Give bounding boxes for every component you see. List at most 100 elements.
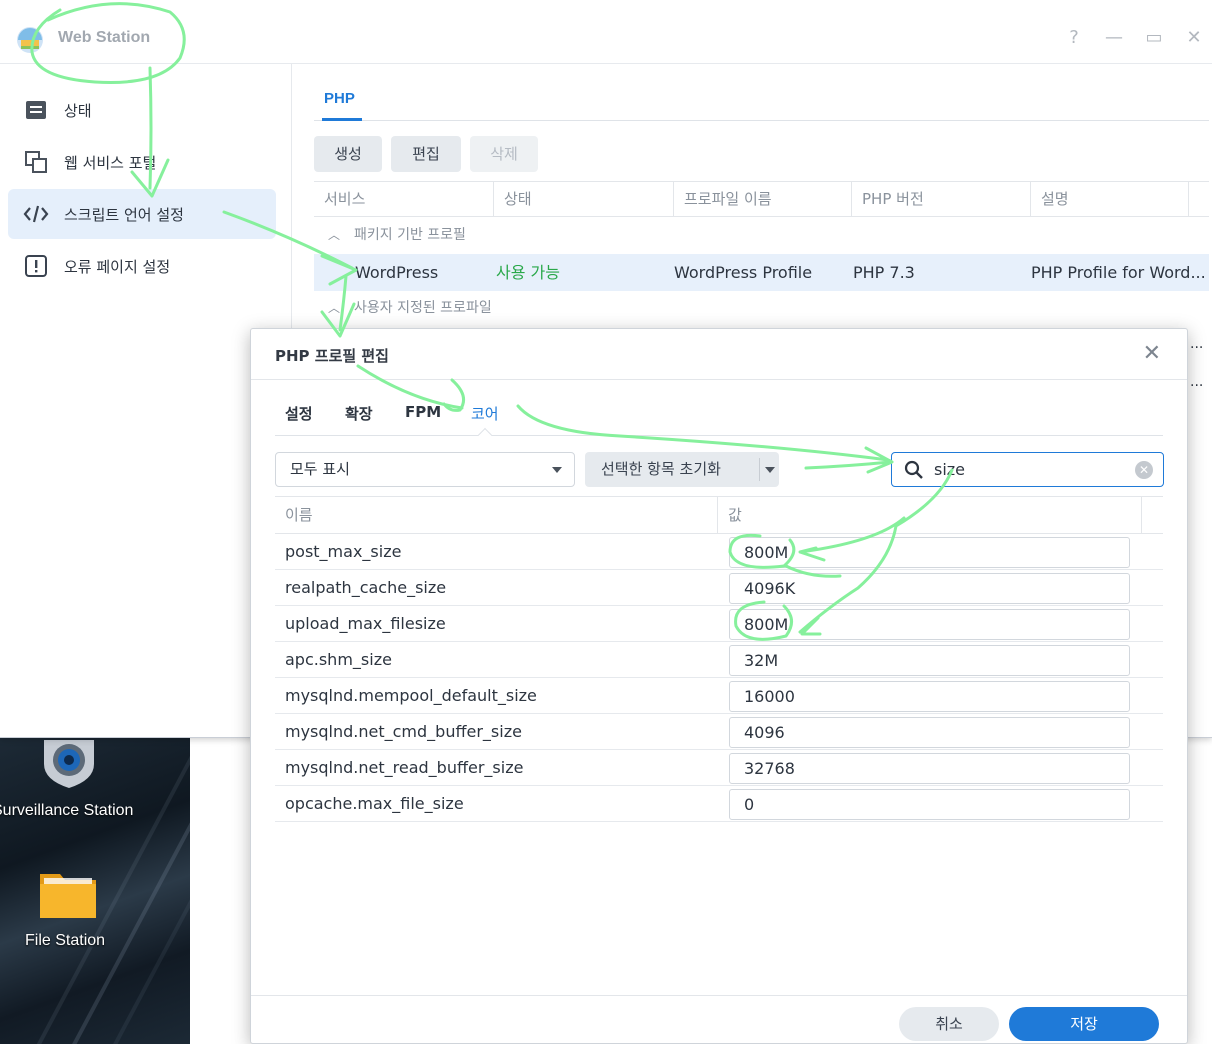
partial-cell: ... bbox=[1190, 374, 1204, 390]
title-bar[interactable]: Web Station ? — ▭ ✕ bbox=[0, 0, 1212, 64]
column-service[interactable]: 서비스 bbox=[314, 182, 494, 217]
setting-value-field[interactable]: 32768 bbox=[729, 753, 1130, 784]
chevron-up-icon: ︿ bbox=[328, 228, 341, 242]
sidebar-item-error-page[interactable]: 오류 페이지 설정 bbox=[8, 241, 276, 291]
cell-service: WordPress bbox=[355, 263, 439, 282]
cell-profile-name: WordPress Profile bbox=[674, 263, 813, 282]
column-profile-name[interactable]: 프로파일 이름 bbox=[674, 182, 852, 217]
folder-icon bbox=[40, 874, 96, 918]
desktop-label-surveillance: Surveillance Station bbox=[0, 802, 134, 819]
group-custom-profiles[interactable]: ︿ 사용자 지정된 프로파일 bbox=[314, 291, 492, 325]
footer-divider bbox=[251, 995, 1187, 996]
tab-core[interactable]: 코어 bbox=[471, 403, 499, 424]
app-title: Web Station bbox=[58, 29, 151, 46]
code-icon bbox=[22, 200, 50, 228]
desktop-label-file-station: File Station bbox=[25, 932, 106, 949]
column-name[interactable]: 이름 bbox=[275, 497, 718, 534]
search-input[interactable]: size ✕ bbox=[891, 452, 1164, 487]
dialog-divider bbox=[251, 379, 1187, 380]
table-row: opcache.max_file_size 0 bbox=[275, 786, 1163, 822]
tab-settings[interactable]: 설정 bbox=[285, 403, 313, 424]
sidebar-item-status[interactable]: 상태 bbox=[8, 85, 276, 135]
group-label: 패키지 기반 프로필 bbox=[354, 227, 466, 243]
sidebar-item-portal[interactable]: 웹 서비스 포털 bbox=[8, 137, 276, 187]
close-icon[interactable]: ✕ bbox=[1184, 28, 1204, 48]
sidebar-item-label: 스크립트 언어 설정 bbox=[64, 205, 184, 224]
partial-cell: ... bbox=[1190, 336, 1204, 352]
tab-divider bbox=[275, 435, 1163, 436]
table-row[interactable]: WordPress 사용 가능 WordPress Profile PHP 7.… bbox=[314, 254, 1209, 291]
tab-active-indicator bbox=[477, 427, 493, 443]
split-divider bbox=[759, 458, 760, 481]
tab-divider bbox=[314, 120, 1209, 121]
setting-value-field[interactable]: 800M bbox=[729, 609, 1130, 640]
setting-name: upload_max_filesize bbox=[285, 614, 446, 633]
search-icon bbox=[904, 460, 923, 479]
setting-value-field[interactable]: 800M bbox=[729, 537, 1130, 568]
portal-icon bbox=[22, 148, 50, 176]
clear-icon[interactable]: ✕ bbox=[1135, 461, 1153, 479]
chevron-down-icon[interactable] bbox=[765, 467, 775, 473]
surveillance-icon bbox=[44, 740, 94, 788]
tab-php[interactable]: PHP bbox=[324, 90, 355, 107]
dialog-title: PHP 프로필 편집 bbox=[275, 347, 389, 365]
sidebar-item-label: 웹 서비스 포털 bbox=[64, 153, 157, 172]
edit-button[interactable]: 편집 bbox=[391, 136, 461, 172]
save-button[interactable]: 저장 bbox=[1009, 1007, 1159, 1041]
tab-active-indicator bbox=[322, 118, 362, 121]
maximize-icon[interactable]: ▭ bbox=[1144, 28, 1164, 48]
column-value[interactable]: 값 bbox=[718, 497, 1142, 534]
chevron-down-icon bbox=[552, 467, 562, 473]
setting-value-field[interactable]: 32M bbox=[729, 645, 1130, 676]
sidebar-item-label: 상태 bbox=[64, 101, 92, 120]
tab-fpm[interactable]: FPM bbox=[405, 403, 441, 421]
create-button[interactable]: 생성 bbox=[314, 136, 382, 172]
group-package-profiles[interactable]: ︿ 패키지 기반 프로필 bbox=[314, 218, 466, 252]
filter-select[interactable]: 모두 표시 bbox=[275, 452, 575, 487]
search-value: size bbox=[934, 460, 966, 479]
reset-selected-label: 선택한 항목 초기화 bbox=[601, 460, 721, 478]
table-row: realpath_cache_size 4096K bbox=[275, 570, 1163, 606]
php-profile-edit-dialog: PHP 프로필 편집 ✕ 설정 확장 FPM 코어 모두 표시 선택한 항목 초… bbox=[250, 328, 1188, 1044]
minimize-icon[interactable]: — bbox=[1104, 28, 1124, 48]
table-row: mysqlnd.mempool_default_size 16000 bbox=[275, 678, 1163, 714]
chevron-up-icon: ︿ bbox=[328, 301, 341, 315]
help-icon[interactable]: ? bbox=[1064, 28, 1084, 48]
table-row: mysqlnd.net_read_buffer_size 32768 bbox=[275, 750, 1163, 786]
setting-name: mysqlnd.net_cmd_buffer_size bbox=[285, 722, 522, 741]
column-status[interactable]: 상태 bbox=[494, 182, 674, 217]
error-page-icon bbox=[22, 252, 50, 280]
setting-name: mysqlnd.net_read_buffer_size bbox=[285, 758, 524, 777]
cell-description: PHP Profile for Word... bbox=[1031, 263, 1206, 282]
sidebar: 상태 웹 서비스 포털 스크립트 언어 설정 오류 페이지 설정 bbox=[0, 64, 292, 738]
table-row: apc.shm_size 32M bbox=[275, 642, 1163, 678]
column-php-version[interactable]: PHP 버전 bbox=[852, 182, 1031, 217]
setting-value-field[interactable]: 4096 bbox=[729, 717, 1130, 748]
setting-name: mysqlnd.mempool_default_size bbox=[285, 686, 537, 705]
table-row: upload_max_filesize 800M bbox=[275, 606, 1163, 642]
setting-value-field[interactable]: 4096K bbox=[729, 573, 1130, 604]
delete-button[interactable]: 삭제 bbox=[470, 136, 538, 172]
cell-php-version: PHP 7.3 bbox=[853, 263, 915, 282]
setting-name: opcache.max_file_size bbox=[285, 794, 464, 813]
sidebar-item-label: 오류 페이지 설정 bbox=[64, 257, 171, 276]
sidebar-item-script-language[interactable]: 스크립트 언어 설정 bbox=[8, 189, 276, 239]
setting-name: apc.shm_size bbox=[285, 650, 392, 669]
group-label: 사용자 지정된 프로파일 bbox=[354, 300, 492, 316]
core-table-header: 이름 값 bbox=[275, 496, 1163, 534]
column-description[interactable]: 설명 bbox=[1031, 182, 1189, 217]
cancel-button[interactable]: 취소 bbox=[899, 1007, 999, 1041]
web-station-app-icon bbox=[17, 27, 43, 53]
close-icon[interactable]: ✕ bbox=[1143, 341, 1161, 366]
tab-extensions[interactable]: 확장 bbox=[345, 403, 373, 424]
status-icon bbox=[22, 96, 50, 124]
setting-value-field[interactable]: 0 bbox=[729, 789, 1130, 820]
table-row: post_max_size 800M bbox=[275, 534, 1163, 570]
profile-grid-header: 서비스 상태 프로파일 이름 PHP 버전 설명 bbox=[314, 181, 1209, 217]
setting-value-field[interactable]: 16000 bbox=[729, 681, 1130, 712]
reset-selected-button[interactable]: 선택한 항목 초기화 bbox=[585, 452, 779, 487]
filter-select-value: 모두 표시 bbox=[290, 460, 350, 478]
table-row: mysqlnd.net_cmd_buffer_size 4096 bbox=[275, 714, 1163, 750]
setting-name: realpath_cache_size bbox=[285, 578, 447, 597]
cell-status: 사용 가능 bbox=[496, 263, 560, 282]
